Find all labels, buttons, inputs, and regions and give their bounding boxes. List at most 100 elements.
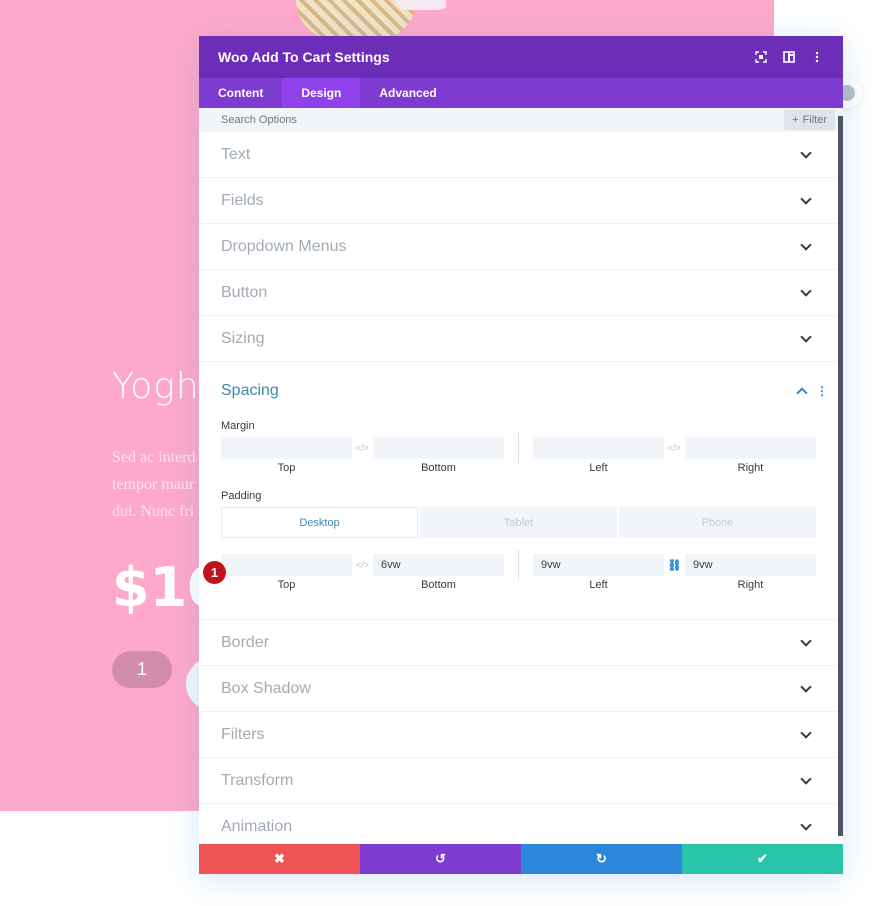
section-title: Transform [221, 771, 294, 789]
section-title: Animation [221, 817, 293, 835]
device-tab-desktop[interactable]: Desktop [221, 507, 419, 538]
field-sublabel: Top [277, 462, 296, 474]
padding-left-input[interactable] [533, 554, 664, 576]
more-options-icon[interactable] [803, 43, 831, 71]
redo-icon: ↻ [596, 851, 607, 866]
options-list: Text Fields Dropdown Menus Button Sizing… [199, 132, 843, 844]
margin-fields: Top </> Bottom Left </> Right [221, 433, 816, 474]
padding-right-input[interactable] [685, 554, 816, 576]
ice-cream-image [296, 0, 446, 36]
modal-footer: ✖ ↺ ↻ ✔ [199, 844, 843, 874]
redo-button[interactable]: ↻ [521, 844, 682, 874]
padding-bottom-input[interactable] [373, 554, 504, 576]
device-tabs: Desktop Tablet Phone [221, 507, 816, 538]
margin-right-input[interactable] [685, 437, 816, 459]
section-title: Box Shadow [221, 679, 311, 697]
filter-label: Filter [802, 114, 827, 126]
padding-fields: Top </> Bottom Left ⛓ Right [221, 550, 816, 591]
modal-tabs: Content Design Advanced [199, 78, 843, 108]
chevron-down-icon [800, 772, 812, 785]
section-title: Spacing [221, 382, 279, 399]
modal-header: Woo Add To Cart Settings [199, 36, 843, 78]
chevron-down-icon [800, 330, 812, 343]
tab-design[interactable]: Design [282, 78, 361, 108]
margin-top-input[interactable] [221, 437, 352, 459]
step-badge: 1 [203, 561, 226, 584]
link-icon[interactable]: </> [352, 437, 373, 459]
section-border[interactable]: Border [199, 620, 838, 666]
link-active-icon[interactable]: ⛓ [664, 554, 685, 576]
save-button[interactable]: ✔ [682, 844, 843, 874]
undo-button[interactable]: ↺ [360, 844, 521, 874]
more-options-icon[interactable]: ⋮ [816, 384, 828, 398]
product-description: Sed ac interd tempor maur dui. Nunc fri [112, 444, 212, 525]
tab-advanced[interactable]: Advanced [360, 78, 455, 108]
search-input[interactable] [221, 114, 521, 126]
chevron-down-icon [800, 192, 812, 205]
section-title: Border [221, 633, 270, 651]
field-sublabel: Right [737, 579, 764, 591]
section-filters[interactable]: Filters [199, 712, 838, 758]
section-button[interactable]: Button [199, 270, 838, 316]
field-sublabel: Left [589, 462, 608, 474]
settings-modal: Woo Add To Cart Settings Content Design … [199, 36, 843, 874]
undo-icon: ↺ [435, 851, 446, 866]
section-text[interactable]: Text [199, 132, 838, 178]
section-box-shadow[interactable]: Box Shadow [199, 666, 838, 712]
check-icon: ✔ [757, 851, 768, 866]
margin-label: Margin [221, 420, 255, 432]
chevron-down-icon [800, 634, 812, 647]
chevron-down-icon [800, 818, 812, 831]
chevron-down-icon [800, 726, 812, 739]
field-sublabel: Left [589, 579, 608, 591]
divider [518, 433, 519, 463]
product-title: Yogh [112, 366, 200, 407]
padding-top-input[interactable] [221, 554, 352, 576]
link-icon[interactable]: </> [664, 437, 685, 459]
section-title: Button [221, 283, 268, 301]
section-spacing: Spacing ⋮ Margin Top </> Bottom Left </>… [199, 362, 838, 620]
divider [518, 550, 519, 580]
tab-content[interactable]: Content [199, 78, 282, 108]
close-icon: ✖ [274, 851, 285, 866]
spacing-header[interactable]: Spacing ⋮ [221, 362, 828, 420]
margin-left-input[interactable] [533, 437, 664, 459]
link-icon[interactable]: </> [352, 554, 373, 576]
chevron-down-icon [800, 238, 812, 251]
scrollbar[interactable] [838, 116, 843, 836]
chevron-up-icon[interactable] [796, 387, 808, 399]
field-sublabel: Top [277, 579, 296, 591]
section-dropdown-menus[interactable]: Dropdown Menus [199, 224, 838, 270]
section-title: Text [221, 145, 251, 163]
description-line: tempor maur [112, 476, 195, 493]
sidebar-layout-icon[interactable] [775, 43, 803, 71]
cancel-button[interactable]: ✖ [199, 844, 360, 874]
field-sublabel: Bottom [421, 579, 456, 591]
section-sizing[interactable]: Sizing [199, 316, 838, 362]
padding-label: Padding [221, 490, 262, 502]
device-tab-tablet[interactable]: Tablet [420, 507, 618, 538]
chevron-down-icon [800, 284, 812, 297]
field-sublabel: Bottom [421, 462, 456, 474]
section-fields[interactable]: Fields [199, 178, 838, 224]
stage: Yogh Sed ac interd tempor maur dui. Nunc… [0, 0, 880, 906]
section-animation[interactable]: Animation [199, 804, 838, 844]
search-row: + Filter [199, 108, 843, 132]
modal-title: Woo Add To Cart Settings [218, 49, 390, 65]
section-title: Fields [221, 191, 264, 209]
quantity-input[interactable]: 1 [112, 651, 172, 688]
plus-icon: + [792, 114, 799, 126]
section-title: Filters [221, 725, 265, 743]
section-title: Sizing [221, 329, 265, 347]
expand-icon[interactable] [747, 43, 775, 71]
description-line: Sed ac interd [112, 449, 196, 466]
margin-bottom-input[interactable] [373, 437, 504, 459]
chevron-down-icon [800, 146, 812, 159]
cream-drip [396, 0, 446, 10]
section-title: Dropdown Menus [221, 237, 347, 255]
section-transform[interactable]: Transform [199, 758, 838, 804]
filter-button[interactable]: + Filter [784, 110, 835, 130]
chevron-down-icon [800, 680, 812, 693]
field-sublabel: Right [737, 462, 764, 474]
device-tab-phone[interactable]: Phone [619, 507, 816, 538]
